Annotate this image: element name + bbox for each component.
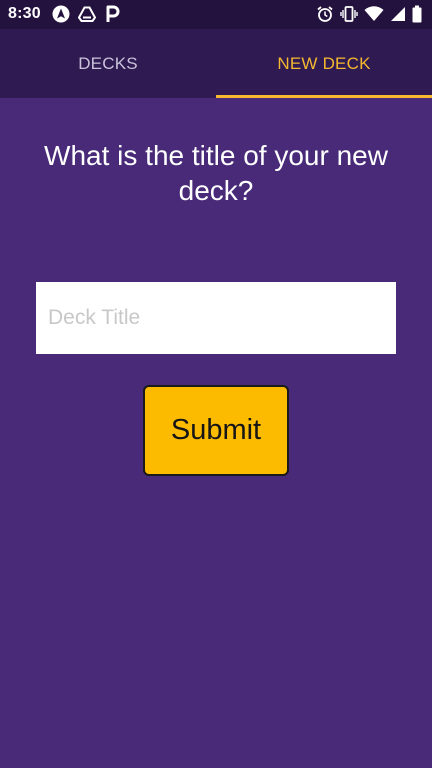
navigation-app-icon xyxy=(52,5,70,23)
drive-app-icon xyxy=(78,5,96,23)
cell-signal-icon xyxy=(390,5,406,23)
tab-decks[interactable]: DECKS xyxy=(0,29,216,98)
tab-new-deck[interactable]: NEW DECK xyxy=(216,29,432,98)
submit-button[interactable]: Submit xyxy=(143,385,289,476)
wifi-icon xyxy=(364,5,384,23)
vibrate-icon xyxy=(340,5,358,23)
deck-title-input[interactable] xyxy=(36,282,396,354)
tab-bar: DECKS NEW DECK xyxy=(0,29,432,98)
new-deck-screen: What is the title of your new deck? Subm… xyxy=(0,98,432,768)
status-bar: 8:30 xyxy=(0,0,432,29)
status-time: 8:30 xyxy=(8,5,41,22)
parking-app-icon xyxy=(104,5,120,23)
status-system-icons xyxy=(316,5,422,23)
deck-title-question: What is the title of your new deck? xyxy=(44,140,388,206)
status-app-icons xyxy=(52,5,120,23)
battery-icon xyxy=(412,5,422,23)
alarm-icon xyxy=(316,5,334,23)
